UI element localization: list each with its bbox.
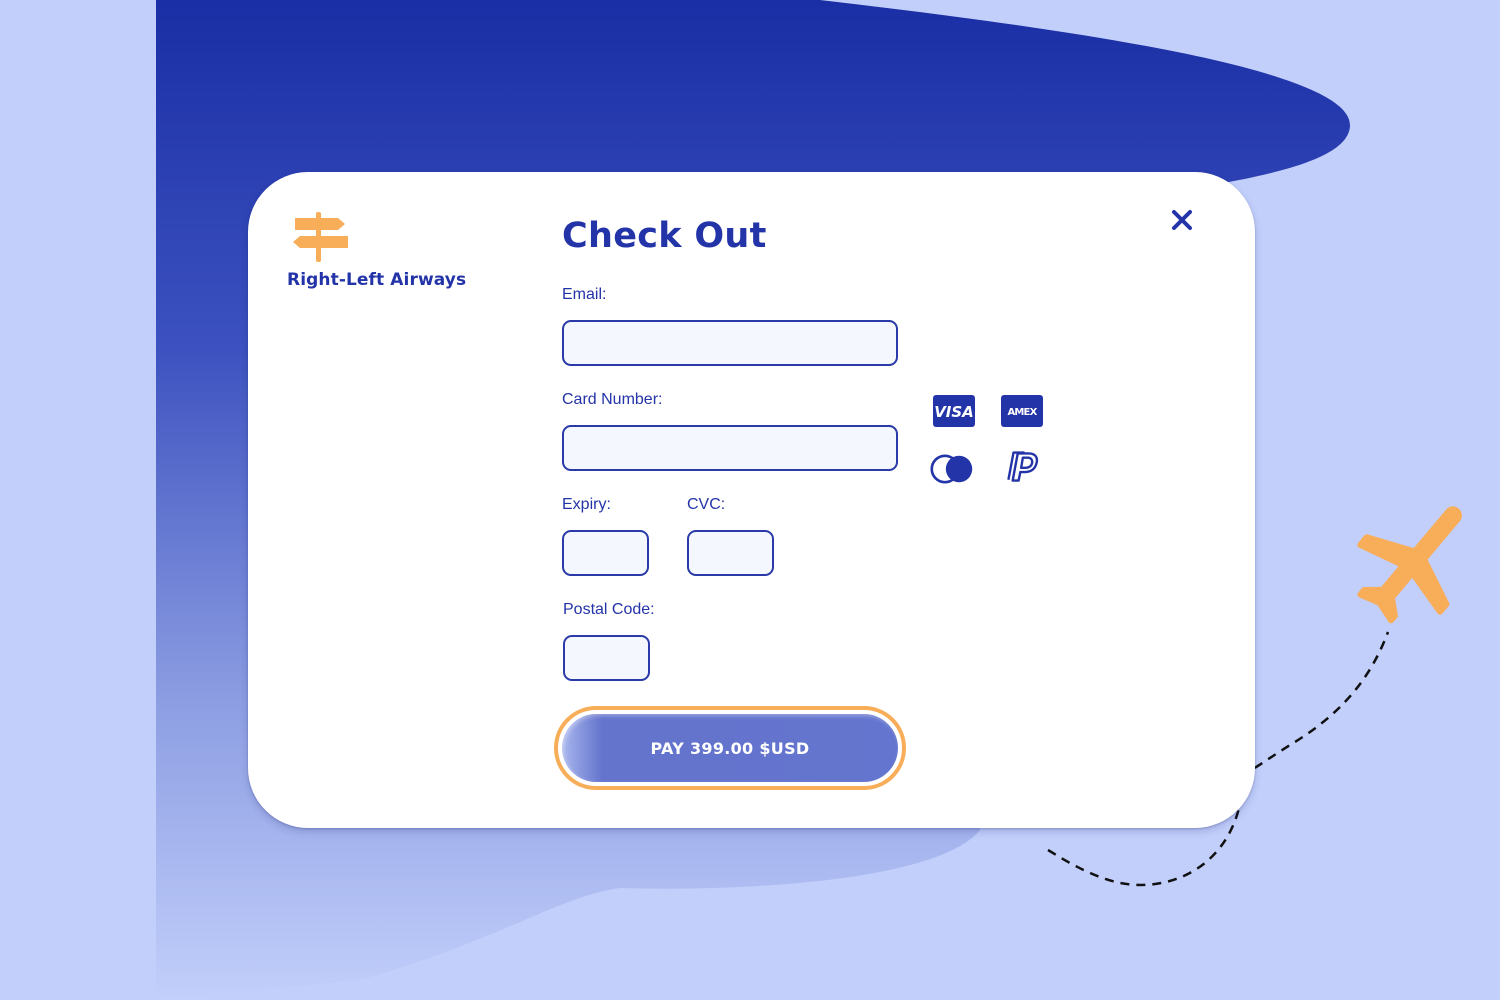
visa-icon: VISA xyxy=(933,395,975,427)
airplane-icon xyxy=(1357,506,1462,624)
card-number-label: Card Number: xyxy=(562,391,663,408)
brand-name: Right-Left Airways xyxy=(287,270,467,290)
checkout-modal: Right-Left Airways Check Out Email: Card… xyxy=(248,172,1255,828)
expiry-field[interactable] xyxy=(562,530,649,576)
paypal-icon xyxy=(1007,451,1039,482)
cvc-field[interactable] xyxy=(687,530,774,576)
cvc-label: CVC: xyxy=(687,496,726,513)
page-title: Check Out xyxy=(562,216,767,256)
svg-text:AMEX: AMEX xyxy=(1007,407,1037,418)
expiry-label: Expiry: xyxy=(562,496,611,513)
email-field[interactable] xyxy=(562,320,898,366)
pay-button[interactable]: PAY 399.00 $USD xyxy=(562,714,898,782)
pay-button-ring: PAY 399.00 $USD xyxy=(554,706,906,790)
signpost-icon xyxy=(293,212,348,262)
amex-icon: AMEX xyxy=(1001,395,1043,427)
postal-code-field[interactable] xyxy=(563,635,650,681)
svg-text:VISA: VISA xyxy=(934,403,974,421)
mastercard-icon xyxy=(930,454,973,484)
postal-code-label: Postal Code: xyxy=(563,601,655,618)
pay-button-label: PAY 399.00 $USD xyxy=(650,738,810,758)
card-number-field[interactable] xyxy=(562,425,898,471)
email-label: Email: xyxy=(562,286,607,303)
close-icon[interactable] xyxy=(1168,206,1196,234)
